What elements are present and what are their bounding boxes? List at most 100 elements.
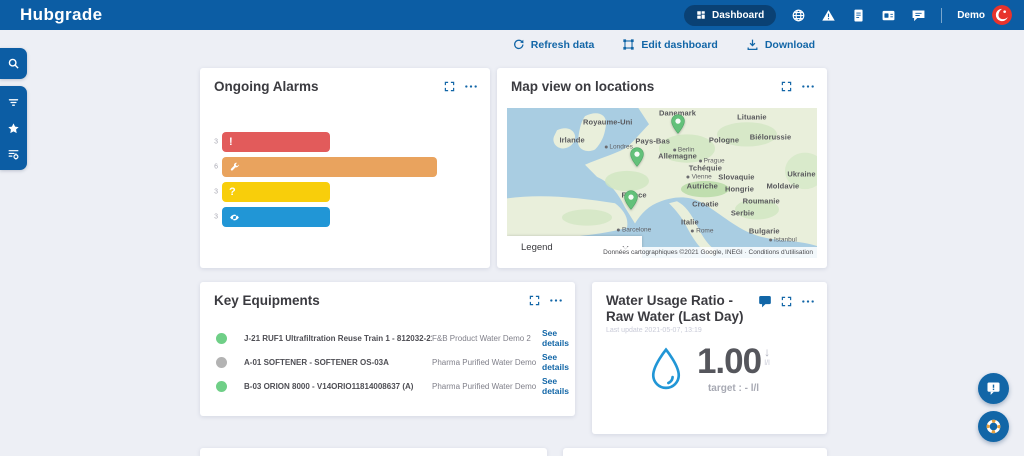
see-details-link[interactable]: See details bbox=[542, 352, 575, 372]
alarm-count: 3 bbox=[204, 214, 218, 221]
lifebuoy-icon bbox=[985, 418, 1002, 435]
refresh-data-label: Refresh data bbox=[531, 39, 595, 51]
globe-icon[interactable] bbox=[791, 8, 806, 23]
equipment-name: J-21 RUF1 Ultrafiltration Reuse Train 1 … bbox=[244, 334, 432, 343]
alarm-count: 3 bbox=[204, 189, 218, 196]
alarms-bar-chart: 3! 6 3? 3 bbox=[200, 132, 490, 232]
download-button[interactable]: Download bbox=[746, 38, 815, 51]
map-city-label: Istanbul bbox=[769, 237, 797, 244]
map-pin[interactable] bbox=[624, 190, 638, 210]
topbar-divider bbox=[941, 8, 942, 23]
download-label: Download bbox=[765, 39, 815, 51]
map-country-label: Irlande bbox=[559, 135, 584, 144]
expand-button[interactable] bbox=[529, 295, 540, 306]
dashboard-button[interactable]: Dashboard bbox=[684, 5, 776, 26]
kpi-target: target : - l/l bbox=[708, 383, 759, 394]
user-name: Demo bbox=[957, 10, 985, 21]
last-update-timestamp: Last update 2021-05-07, 13:19 bbox=[606, 327, 827, 334]
equipment-row: J-21 RUF1 Ultrafiltration Reuse Train 1 … bbox=[200, 326, 575, 350]
expand-button[interactable] bbox=[781, 81, 792, 92]
comments-button[interactable] bbox=[758, 295, 772, 308]
map-country-label: Bulgarie bbox=[749, 227, 780, 236]
list-settings-icon[interactable] bbox=[7, 147, 21, 161]
equipment-list: J-21 RUF1 Ultrafiltration Reuse Train 1 … bbox=[200, 326, 575, 398]
map-city-label: Rome bbox=[691, 228, 713, 235]
expand-icon bbox=[444, 81, 455, 92]
more-options-button[interactable] bbox=[549, 295, 563, 306]
brand-avatar-icon bbox=[992, 5, 1012, 25]
star-icon[interactable] bbox=[7, 121, 21, 135]
download-icon bbox=[746, 38, 759, 51]
kpi-trend: ↓ l/l bbox=[764, 346, 770, 367]
user-avatar[interactable] bbox=[992, 5, 1012, 25]
top-navigation-bar: Hubgrade Dashboard Demo bbox=[0, 0, 1024, 30]
map-city-label: Londres bbox=[604, 144, 633, 151]
map-view-title: Map view on locations bbox=[511, 79, 654, 95]
search-icon[interactable] bbox=[7, 57, 21, 71]
expand-icon bbox=[781, 296, 792, 307]
ongoing-alarms-card: Ongoing Alarms 3! 6 3? 3 bbox=[200, 68, 490, 268]
expand-icon bbox=[529, 295, 540, 306]
map-country-label: Slovaquie bbox=[718, 173, 754, 182]
map-country-label: Croatie bbox=[692, 200, 719, 209]
alarm-row-maintenance: 6 bbox=[222, 157, 490, 177]
map-pin[interactable] bbox=[630, 147, 644, 167]
ongoing-alarms-title: Ongoing Alarms bbox=[214, 79, 319, 95]
edit-dashboard-label: Edit dashboard bbox=[641, 39, 717, 51]
alarm-bar-unacknowledged[interactable]: ? bbox=[222, 182, 330, 202]
map-legend-label: Legend bbox=[521, 242, 553, 253]
map-pin[interactable] bbox=[671, 114, 685, 134]
id-card-icon[interactable] bbox=[881, 8, 896, 23]
map-country-label: Roumanie bbox=[743, 197, 780, 206]
map-city-label: Berlin bbox=[673, 147, 695, 154]
equipment-site: Pharma Purified Water Demo bbox=[432, 382, 542, 391]
more-options-button[interactable] bbox=[801, 81, 815, 92]
status-dot bbox=[216, 333, 227, 344]
more-options-button[interactable] bbox=[464, 81, 478, 92]
map-country-label: Hongrie bbox=[725, 185, 754, 194]
refresh-icon bbox=[512, 38, 525, 51]
expand-button[interactable] bbox=[781, 296, 792, 307]
map-canvas[interactable]: DanemarkLituanieRoyaume-UniBiélorussiePo… bbox=[507, 108, 817, 258]
see-details-link[interactable]: See details bbox=[542, 376, 575, 396]
dashboard-toolbar: Refresh data Edit dashboard Download bbox=[512, 38, 815, 51]
expand-button[interactable] bbox=[444, 81, 455, 92]
document-icon[interactable] bbox=[851, 8, 866, 23]
alarm-row-critical: 3! bbox=[222, 132, 490, 152]
alarm-bar-maintenance[interactable] bbox=[222, 157, 437, 177]
topbar-actions: Dashboard Demo bbox=[684, 5, 1024, 26]
help-fab[interactable] bbox=[978, 411, 1009, 442]
alert-triangle-icon[interactable] bbox=[821, 8, 836, 23]
left-sidebar bbox=[0, 48, 27, 170]
map-country-label: Lituanie bbox=[737, 113, 767, 122]
alarm-bar-hidden[interactable] bbox=[222, 207, 330, 227]
chat-icon[interactable] bbox=[911, 8, 926, 23]
kpi-value: 1.00 bbox=[697, 344, 761, 379]
card-partial bbox=[200, 448, 547, 456]
user-menu[interactable]: Demo bbox=[957, 5, 1012, 25]
map-city-label: Prague bbox=[699, 157, 725, 164]
more-options-button[interactable] bbox=[801, 296, 815, 307]
map-country-label: Biélorussie bbox=[750, 132, 792, 141]
question-icon: ? bbox=[229, 187, 236, 198]
comment-icon bbox=[758, 295, 772, 308]
map-country-label: Tchéquie bbox=[689, 164, 722, 173]
sidebar-search-block bbox=[0, 48, 27, 79]
alarm-bar-critical[interactable]: ! bbox=[222, 132, 330, 152]
dashboard-grid-icon bbox=[696, 10, 706, 20]
equipment-site: Pharma Purified Water Demo bbox=[432, 358, 542, 367]
map-country-label: Pays-Bas bbox=[635, 137, 670, 146]
see-details-link[interactable]: See details bbox=[542, 328, 575, 348]
alarm-row-unacknowledged: 3? bbox=[222, 182, 490, 202]
edit-dashboard-button[interactable]: Edit dashboard bbox=[622, 38, 717, 51]
filter-icon[interactable] bbox=[7, 95, 21, 109]
feedback-fab[interactable] bbox=[978, 373, 1009, 404]
map-city-label: Vienne bbox=[687, 174, 712, 181]
refresh-data-button[interactable]: Refresh data bbox=[512, 38, 595, 51]
wrench-icon bbox=[229, 162, 240, 173]
feedback-icon bbox=[985, 380, 1002, 397]
map-country-label: Pologne bbox=[709, 135, 739, 144]
app-logo[interactable]: Hubgrade bbox=[20, 5, 103, 25]
trend-down-icon: ↓ bbox=[764, 346, 770, 358]
map-attribution: Données cartographiques ©2021 Google, IN… bbox=[599, 247, 817, 258]
